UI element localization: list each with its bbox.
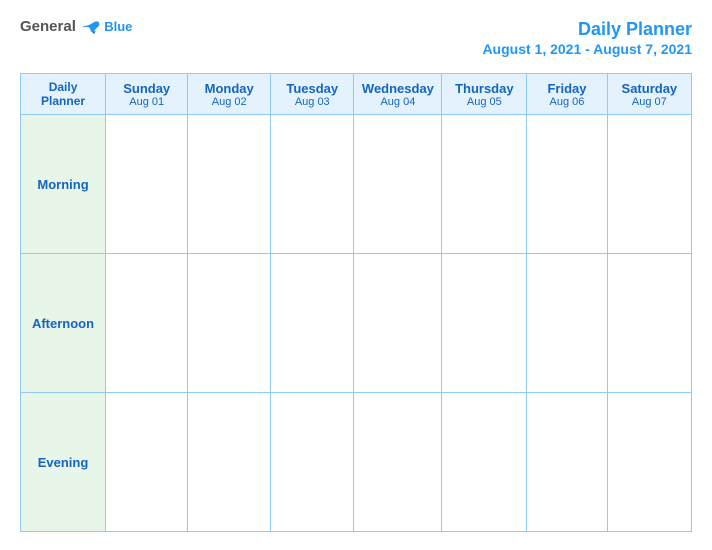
morning-wednesday-cell[interactable] — [354, 115, 442, 254]
col-header-saturday: Saturday Aug 07 — [607, 74, 691, 115]
col-dayname-thursday: Thursday — [446, 81, 522, 96]
col-dayname-wednesday: Wednesday — [358, 81, 437, 96]
col-date-sunday: Aug 01 — [110, 96, 183, 108]
evening-row: Evening — [21, 393, 692, 532]
col-date-wednesday: Aug 04 — [358, 96, 437, 108]
col-date-tuesday: Aug 03 — [275, 96, 349, 108]
col-dayname-saturday: Saturday — [612, 81, 687, 96]
afternoon-sunday-cell[interactable] — [106, 254, 188, 393]
afternoon-wednesday-cell[interactable] — [354, 254, 442, 393]
col-dayname-monday: Monday — [192, 81, 266, 96]
morning-row: Morning — [21, 115, 692, 254]
col-date-friday: Aug 06 — [531, 96, 602, 108]
evening-monday-cell[interactable] — [188, 393, 271, 532]
afternoon-friday-cell[interactable] — [527, 254, 607, 393]
col-dayname-sunday: Sunday — [110, 81, 183, 96]
calendar-table: DailyPlanner Sunday Aug 01 Monday Aug 02… — [20, 73, 692, 532]
logo: General Blue — [20, 18, 132, 36]
planner-date-range: August 1, 2021 - August 7, 2021 — [482, 41, 692, 57]
col-date-saturday: Aug 07 — [612, 96, 687, 108]
morning-tuesday-cell[interactable] — [271, 115, 354, 254]
evening-wednesday-cell[interactable] — [354, 393, 442, 532]
page-header: General Blue Daily Planner August 1, 202… — [20, 18, 692, 59]
title-area: Daily Planner August 1, 2021 - August 7,… — [482, 18, 692, 59]
evening-label: Evening — [21, 393, 106, 532]
afternoon-monday-cell[interactable] — [188, 254, 271, 393]
morning-saturday-cell[interactable] — [607, 115, 691, 254]
morning-friday-cell[interactable] — [527, 115, 607, 254]
col-dayname-tuesday: Tuesday — [275, 81, 349, 96]
evening-friday-cell[interactable] — [527, 393, 607, 532]
evening-sunday-cell[interactable] — [106, 393, 188, 532]
afternoon-saturday-cell[interactable] — [607, 254, 691, 393]
morning-thursday-cell[interactable] — [442, 115, 527, 254]
evening-tuesday-cell[interactable] — [271, 393, 354, 532]
logo-area: General Blue — [20, 18, 132, 36]
morning-monday-cell[interactable] — [188, 115, 271, 254]
afternoon-thursday-cell[interactable] — [442, 254, 527, 393]
col-dayname-friday: Friday — [531, 81, 602, 96]
col-header-friday: Friday Aug 06 — [527, 74, 607, 115]
afternoon-tuesday-cell[interactable] — [271, 254, 354, 393]
col-header-daily-planner: DailyPlanner — [21, 74, 106, 115]
calendar-header-row: DailyPlanner Sunday Aug 01 Monday Aug 02… — [21, 74, 692, 115]
logo-bird-icon — [82, 20, 100, 34]
morning-label: Morning — [21, 115, 106, 254]
logo-blue-text: Blue — [104, 19, 132, 34]
col-header-monday: Monday Aug 02 — [188, 74, 271, 115]
col-label-daily-planner: DailyPlanner — [25, 80, 101, 108]
col-header-sunday: Sunday Aug 01 — [106, 74, 188, 115]
planner-title: Daily Planner — [578, 19, 692, 39]
col-header-tuesday: Tuesday Aug 03 — [271, 74, 354, 115]
evening-thursday-cell[interactable] — [442, 393, 527, 532]
evening-saturday-cell[interactable] — [607, 393, 691, 532]
col-header-thursday: Thursday Aug 05 — [442, 74, 527, 115]
morning-sunday-cell[interactable] — [106, 115, 188, 254]
afternoon-row: Afternoon — [21, 254, 692, 393]
col-header-wednesday: Wednesday Aug 04 — [354, 74, 442, 115]
logo-general-text: General — [20, 18, 104, 35]
afternoon-label: Afternoon — [21, 254, 106, 393]
col-date-monday: Aug 02 — [192, 96, 266, 108]
col-date-thursday: Aug 05 — [446, 96, 522, 108]
